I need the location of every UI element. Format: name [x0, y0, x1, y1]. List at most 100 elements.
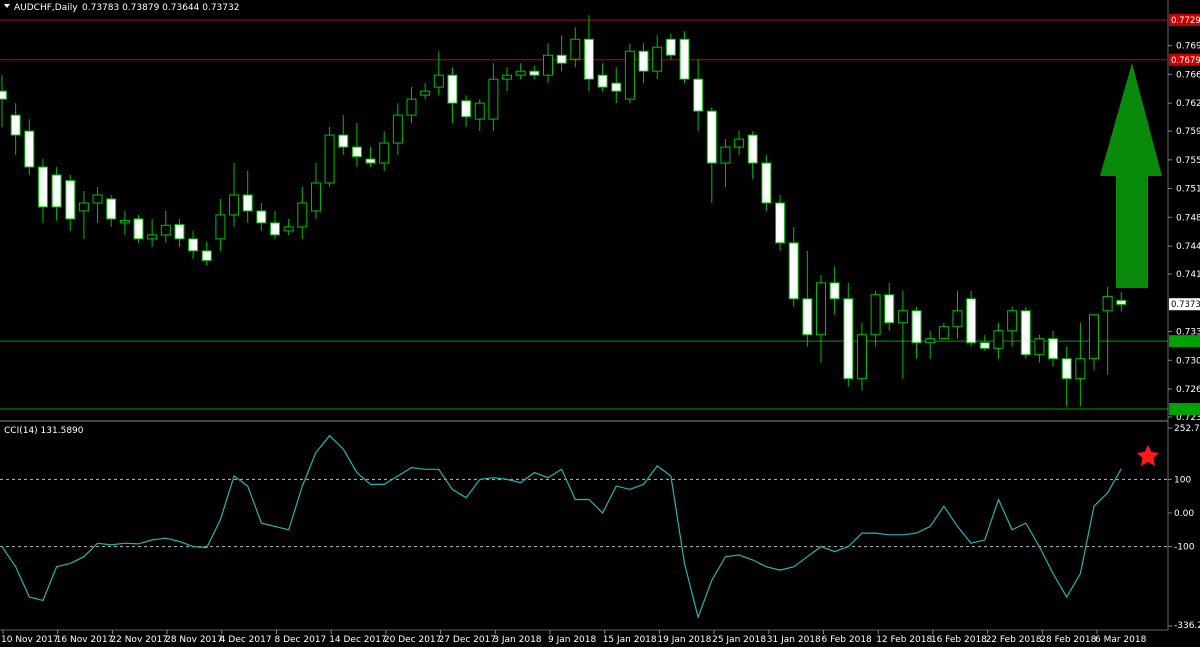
bull-candle: [119, 220, 130, 224]
time-tick-label: 28 Nov 2017: [165, 635, 223, 645]
bear-candle: [583, 38, 594, 80]
time-tick-label: 6 Mar 2018: [1095, 635, 1147, 645]
time-tick-label: 19 Jan 2018: [657, 635, 711, 645]
bull-candle: [897, 310, 908, 324]
bull-candle: [474, 102, 485, 120]
bear-candle: [174, 224, 185, 240]
bear-candle: [1048, 338, 1059, 360]
price-tick-label: 0.74110: [1176, 270, 1200, 280]
price-tick-label: 0.72670: [1176, 385, 1200, 395]
bear-candle: [65, 180, 76, 220]
indicator-panel: [0, 423, 1168, 630]
bear-candle: [106, 198, 117, 220]
bear-candle: [1116, 299, 1127, 305]
bear-candle: [747, 134, 758, 164]
time-tick-label: 25 Jan 2018: [712, 635, 766, 645]
bull-candle: [1102, 295, 1113, 312]
time-tick-label: 3 Jan 2018: [493, 635, 541, 645]
bull-candle: [420, 90, 431, 96]
bull-candle: [147, 234, 158, 240]
bear-candle: [447, 74, 458, 104]
bull-candle: [624, 50, 635, 100]
time-axis: 10 Nov 201716 Nov 201722 Nov 201728 Nov …: [1, 630, 1147, 645]
bear-candle: [597, 74, 608, 88]
bear-candle: [10, 114, 21, 136]
bear-candle: [884, 294, 895, 324]
bull-candle: [160, 224, 171, 236]
bear-candle: [775, 202, 786, 244]
bear-candle: [665, 38, 676, 56]
symbol-label: AUDCHF,Daily: [14, 3, 78, 13]
bull-candle: [925, 338, 936, 344]
cci-tick-label: -100: [1174, 543, 1195, 553]
bear-candle: [201, 250, 212, 261]
bull-candle: [1034, 338, 1045, 356]
time-tick-label: 15 Jan 2018: [603, 635, 657, 645]
bear-candle: [256, 210, 267, 224]
time-tick-label: 9 Jan 2018: [548, 635, 596, 645]
time-tick-label: 10 Nov 2017: [1, 635, 59, 645]
price-tick-label: 0.73030: [1176, 356, 1200, 366]
cci-tick-label: 252.7588: [1174, 424, 1200, 434]
time-tick-label: 28 Feb 2018: [1040, 635, 1096, 645]
bear-candle: [679, 38, 690, 80]
bull-candle: [324, 134, 335, 184]
bull-candle: [92, 194, 103, 204]
bear-candle: [979, 342, 990, 349]
bear-candle: [638, 50, 649, 72]
bear-candle: [365, 158, 376, 164]
bull-candle: [1007, 310, 1018, 332]
cci-axis: 252.7588 100 0.00 -100 -336.2478: [1168, 424, 1200, 631]
bull-candle: [1089, 314, 1099, 360]
bear-candle: [461, 100, 472, 118]
price-tick-label: 0.75540: [1176, 156, 1200, 166]
bear-candle: [529, 70, 540, 76]
time-tick-label: 12 Feb 2018: [876, 635, 932, 645]
price-tick-label: 0.76250: [1176, 99, 1200, 109]
bull-candle: [720, 146, 731, 164]
bull-candle: [515, 70, 526, 76]
price-axis: 0.76970 0.76610 0.76250 0.75900 0.75540 0.751…: [1168, 42, 1200, 423]
bull-candle: [433, 74, 444, 88]
bear-candle: [966, 298, 977, 344]
price-tick-label: 0.74820: [1176, 213, 1200, 223]
bull-candle: [652, 46, 663, 72]
price-tag-label: 0.73732: [1171, 300, 1200, 310]
chart-root: AUDCHF,Daily 0.73783 0.73879 0.73644 0.7…: [0, 0, 1200, 645]
time-tick-label: 20 Dec 2017: [384, 635, 442, 645]
bull-candle: [392, 114, 403, 144]
bull-candle: [488, 78, 499, 120]
bear-candle: [556, 54, 567, 64]
bull-candle: [952, 310, 963, 328]
cci-tick-label: 100: [1174, 475, 1191, 485]
bear-candle: [802, 298, 813, 336]
bear-candle: [188, 238, 199, 252]
bear-candle: [51, 174, 62, 208]
bear-candle: [611, 82, 622, 92]
bear-candle: [0, 90, 7, 100]
bear-candle: [829, 282, 840, 300]
time-tick-label: 16 Nov 2017: [56, 635, 114, 645]
bull-candle: [1075, 358, 1086, 380]
price-tick-label: 0.74460: [1176, 242, 1200, 252]
bear-candle: [693, 78, 704, 112]
bull-candle: [379, 142, 390, 164]
bear-candle: [843, 298, 854, 380]
bear-candle: [788, 242, 799, 300]
indicator-title: CCI(14) 131.5890: [4, 426, 84, 436]
bull-candle: [229, 194, 240, 216]
bull-candle: [283, 226, 294, 232]
chart-header: AUDCHF,Daily 0.73783 0.73879 0.73644 0.7…: [4, 3, 239, 13]
bull-candle: [215, 214, 226, 240]
bull-candle: [938, 326, 949, 340]
bull-candle: [297, 202, 308, 228]
time-tick-label: 6 Feb 2018: [822, 635, 873, 645]
price-tag-label: 0.76793: [1171, 56, 1200, 66]
time-tick-label: 22 Feb 2018: [986, 635, 1042, 645]
cci-tick-label: -336.2478: [1174, 621, 1200, 631]
bear-candle: [37, 166, 48, 208]
bull-candle: [870, 294, 881, 336]
bear-candle: [24, 130, 35, 168]
bear-candle: [133, 218, 144, 240]
price-tick-label: 0.75900: [1176, 127, 1200, 137]
